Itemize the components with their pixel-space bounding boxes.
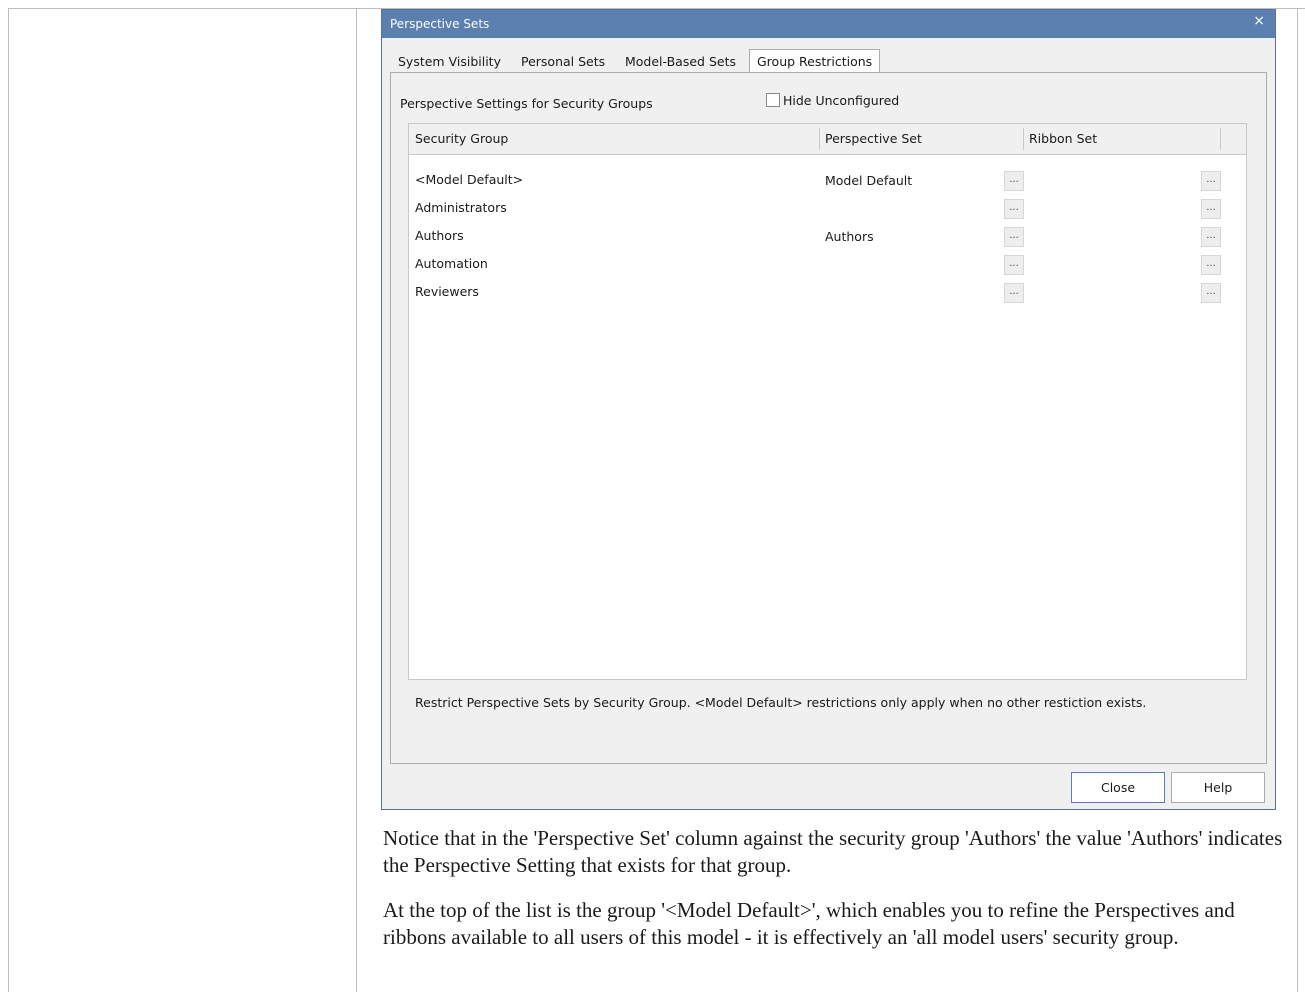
section-label: Perspective Settings for Security Groups <box>400 96 653 111</box>
column-header-security-group[interactable]: Security Group <box>409 124 819 154</box>
dialog-title: Perspective Sets <box>390 17 490 31</box>
ribbon-browse-button[interactable]: ... <box>1201 199 1221 219</box>
ribbon-browse-button[interactable]: ... <box>1201 227 1221 247</box>
hide-unconfigured-label[interactable]: Hide Unconfigured <box>783 93 899 108</box>
tab-personal-sets[interactable]: Personal Sets <box>514 51 612 73</box>
perspective-browse-button[interactable]: ... <box>1004 199 1024 219</box>
close-button[interactable]: Close <box>1071 772 1165 803</box>
perspective-browse-button[interactable]: ... <box>1004 171 1024 191</box>
perspective-sets-dialog: Perspective Sets × System Visibility Per… <box>381 9 1276 810</box>
hide-unconfigured-checkbox[interactable] <box>766 93 780 107</box>
restriction-note: Restrict Perspective Sets by Security Gr… <box>415 695 1147 710</box>
ribbon-browse-button[interactable]: ... <box>1201 171 1221 191</box>
dialog-titlebar: Perspective Sets × <box>382 10 1275 38</box>
group-cell[interactable]: Automation <box>415 256 488 271</box>
table-right-border <box>1297 8 1298 992</box>
explanation-paragraph: At the top of the list is the group '<Mo… <box>383 898 1235 949</box>
column-header-perspective-set[interactable]: Perspective Set <box>819 124 1023 154</box>
perspective-browse-button[interactable]: ... <box>1004 255 1024 275</box>
group-cell[interactable]: Administrators <box>415 200 507 215</box>
ribbon-browse-button[interactable]: ... <box>1201 283 1221 303</box>
table-column-divider <box>356 8 357 992</box>
explanation-paragraph: Notice that in the 'Perspective Set' col… <box>383 826 1283 877</box>
help-button[interactable]: Help <box>1171 772 1265 803</box>
grid-header: Security Group Perspective Set Ribbon Se… <box>409 124 1246 155</box>
tab-system-visibility[interactable]: System Visibility <box>391 51 508 73</box>
column-header-ribbon-set[interactable]: Ribbon Set <box>1023 124 1220 154</box>
perspective-cell[interactable]: Authors <box>825 229 874 244</box>
perspective-browse-button[interactable]: ... <box>1004 283 1024 303</box>
tab-group-restrictions[interactable]: Group Restrictions <box>749 49 881 73</box>
group-cell[interactable]: <Model Default> <box>415 172 523 187</box>
column-divider <box>1220 128 1221 150</box>
perspective-browse-button[interactable]: ... <box>1004 227 1024 247</box>
security-group-grid: Security Group Perspective Set Ribbon Se… <box>408 123 1247 680</box>
tab-model-based-sets[interactable]: Model-Based Sets <box>618 51 743 73</box>
ribbon-browse-button[interactable]: ... <box>1201 255 1221 275</box>
group-cell[interactable]: Reviewers <box>415 284 479 299</box>
perspective-cell[interactable]: Model Default <box>825 173 912 188</box>
close-icon[interactable]: × <box>1253 13 1265 29</box>
group-cell[interactable]: Authors <box>415 228 464 243</box>
